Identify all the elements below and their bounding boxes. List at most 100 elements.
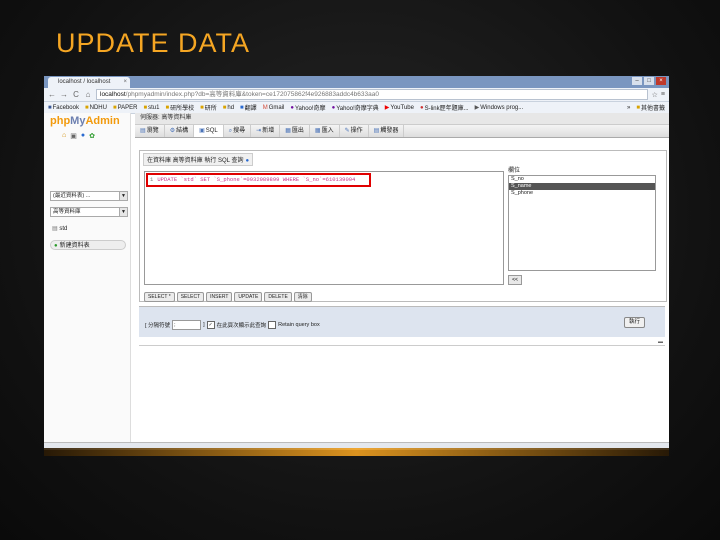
windows-icon: ▶	[474, 105, 480, 111]
bookmark-item[interactable]: ● Yahoo!奇摩字典	[332, 103, 379, 113]
delimiter-input[interactable]: ;	[172, 320, 202, 330]
table-icon: ▤	[52, 226, 58, 232]
search-icon: ⌕	[228, 128, 233, 134]
show-again-checkbox[interactable]: ✓	[206, 321, 215, 329]
tab-insert[interactable]: ⇥新增	[251, 125, 281, 137]
bookmark-item[interactable]: ■ hd	[223, 105, 234, 111]
main-panel: 伺服器: 高等資料庫 ▤瀏覽 ⚙結構 ▣SQL ⌕搜尋 ⇥新增 ▦匯出 ▦匯入 …	[135, 113, 669, 450]
window-close-icon[interactable]: ×	[656, 77, 666, 85]
bookmark-item[interactable]: ■ 研所學校	[165, 103, 194, 113]
folder-icon: ■	[143, 104, 148, 111]
youtube-icon: ▶	[384, 105, 390, 111]
folder-icon: ■	[636, 104, 640, 111]
sql-query-text: UPDATE `std` SET `S_phone`=0932989899 WH…	[157, 176, 356, 183]
structure-icon: ⚙	[169, 128, 176, 134]
home-icon[interactable]: ⌂	[62, 132, 66, 140]
bookmark-item[interactable]: ■ 研所	[200, 103, 217, 113]
field-option-selected[interactable]: S_name	[509, 183, 655, 190]
maximize-icon[interactable]: □	[644, 77, 654, 85]
home-icon[interactable]: ⌂	[84, 90, 92, 99]
field-option[interactable]: S_phone	[509, 190, 655, 197]
chevron-down-icon: ▼	[119, 208, 127, 216]
close-icon[interactable]: ×	[123, 77, 127, 88]
delimiter-label: [ 分隔符號	[145, 323, 171, 329]
address-bar[interactable]: localhost/phpmyadmin/index.php?db=高等資料庫&…	[96, 89, 648, 100]
phpmyadmin-logo[interactable]: phpMyAdmin	[50, 115, 120, 127]
tab-import[interactable]: ▦匯入	[310, 125, 340, 137]
tab-operations[interactable]: ✎操作	[340, 125, 369, 137]
clear-button[interactable]: 清除	[293, 292, 312, 302]
minimize-icon[interactable]: –	[632, 77, 642, 85]
retain-box-label: Retain query box	[278, 322, 320, 328]
bookmark-item[interactable]: ● S-link歷年題庫...	[420, 103, 469, 113]
recent-tables-select[interactable]: (最近資料表) ... ▼	[50, 191, 128, 201]
browser-tab[interactable]: localhost / localhost ×	[48, 77, 130, 88]
help-icon[interactable]: ●	[81, 132, 85, 140]
bookmark-item[interactable]: M Gmail	[263, 105, 285, 111]
select-button[interactable]: SELECT	[176, 292, 205, 302]
slide-title: UPDATE DATA	[56, 28, 251, 58]
console-strip: ▬	[139, 339, 665, 346]
breadcrumb: 伺服器: 高等資料庫	[135, 113, 669, 125]
sql-editor[interactable]	[144, 171, 504, 285]
tab-sql[interactable]: ▣SQL	[194, 125, 224, 137]
tab-triggers[interactable]: ▤觸發器	[369, 125, 405, 137]
translate-icon: ■	[240, 104, 244, 111]
browse-icon: ▤	[140, 128, 146, 134]
folder-icon: ■	[48, 104, 52, 111]
bookmark-item[interactable]: ■ 其他書籤	[636, 103, 665, 113]
back-icon[interactable]: ←	[48, 90, 56, 99]
scroll-icon[interactable]: ▬	[658, 339, 663, 345]
navigation-panel: phpMyAdmin ⌂ ▣ ● ✿ (最近資料表) ... ▼ 高等資料庫 ▼…	[44, 113, 131, 450]
bookmark-item[interactable]: ● Yahoo!奇摩	[290, 103, 325, 113]
go-button[interactable]: 執行	[623, 317, 645, 328]
bookmark-item[interactable]: ■ 翻譯	[240, 103, 257, 113]
sql-query-box: 在資料庫 高等資料庫 執行 SQL 查詢 ● 1 UPDATE `std` SET …	[139, 150, 667, 302]
tab-browse[interactable]: ▤瀏覽	[135, 125, 165, 137]
update-button[interactable]: UPDATE	[234, 292, 263, 302]
field-option[interactable]: S_no	[509, 176, 655, 183]
fields-list[interactable]: S_no S_name S_phone	[508, 175, 656, 271]
gmail-icon: M	[262, 104, 268, 111]
bookmark-item[interactable]: ▶ YouTube	[384, 104, 414, 112]
bookmarks-overflow[interactable]: »	[627, 105, 630, 111]
bookmark-item[interactable]: ■ stu1	[143, 105, 159, 111]
tab-structure[interactable]: ⚙結構	[165, 125, 195, 137]
bookmark-item[interactable]: ■ PAPER	[113, 105, 138, 111]
settings-icon[interactable]: ✿	[89, 132, 95, 140]
sql-icon: ▣	[199, 128, 205, 134]
table-tree-item[interactable]: ▤ std	[52, 225, 67, 232]
tab-export[interactable]: ▦匯出	[280, 125, 310, 137]
tab-search[interactable]: ⌕搜尋	[224, 125, 252, 137]
bookmark-star-icon[interactable]: ☆	[652, 91, 658, 99]
plus-icon: ●	[54, 243, 58, 249]
retain-box-checkbox[interactable]	[268, 321, 277, 329]
database-select[interactable]: 高等資料庫 ▼	[50, 207, 128, 217]
folder-icon: ■	[165, 104, 170, 111]
sql-box-legend: 在資料庫 高等資料庫 執行 SQL 查詢 ●	[143, 153, 254, 166]
bookmark-item[interactable]: ■ Facebook	[48, 105, 79, 111]
main-tabs: ▤瀏覽 ⚙結構 ▣SQL ⌕搜尋 ⇥新增 ▦匯出 ▦匯入 ✎操作 ▤觸發器	[135, 125, 669, 138]
query-options-bar: [ 分隔符號 ; ] ✓ 在此頁次顯示此查詢 Retain query box …	[139, 306, 665, 337]
logout-icon[interactable]: ▣	[70, 132, 77, 140]
bookmark-item[interactable]: ■ NDHU	[85, 105, 107, 111]
help-icon[interactable]: ●	[245, 158, 249, 164]
delimiter-row: [ 分隔符號 ; ] ✓ 在此頁次顯示此查詢 Retain query box	[145, 320, 320, 330]
sql-code-line: 1 UPDATE `std` SET `S_phone`=0932989899 W…	[150, 176, 355, 183]
insert-field-button[interactable]: <<	[508, 275, 522, 285]
show-again-label: 在此頁次顯示此查詢	[216, 323, 267, 329]
insert-icon: ⇥	[256, 128, 262, 134]
quick-links: ⌂ ▣ ● ✿	[62, 132, 95, 140]
forward-icon[interactable]: →	[60, 90, 68, 99]
url-host: localhost	[100, 91, 126, 98]
line-number: 1	[150, 176, 154, 183]
insert-button[interactable]: INSERT	[206, 292, 233, 302]
delete-button[interactable]: DELETE	[264, 292, 292, 302]
tab-strip: localhost / localhost × – □ ×	[44, 76, 669, 88]
menu-icon[interactable]: ≡	[661, 91, 665, 99]
reload-icon[interactable]: C	[72, 90, 80, 99]
new-table-button[interactable]: ● 新建資料表	[50, 240, 126, 250]
select-all-button[interactable]: SELECT *	[144, 292, 175, 302]
bookmark-item[interactable]: ▶ Windows prog...	[474, 104, 524, 112]
folder-icon: ■	[84, 104, 89, 111]
